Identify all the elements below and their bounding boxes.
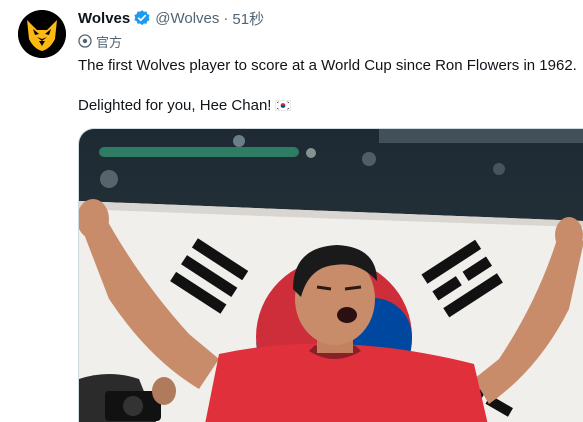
official-label: 官方 [96,34,123,50]
official-affiliation: 官方 [78,32,122,50]
tweet-text-line2-wrap: Delighted for you, Hee Chan! [78,96,578,116]
south-korea-flag-icon [275,100,292,111]
tweet-body: The first Wolves player to score at a Wo… [78,56,578,116]
player-celebration-photo [79,129,583,422]
author-display-name[interactable]: Wolves [78,10,130,27]
separator-dot: · [223,9,229,27]
tweet-text-line1: The first Wolves player to score at a Wo… [78,57,577,74]
tweet-timestamp[interactable]: 51秒 [232,8,264,29]
tweet-header: Wolves @Wolves · 51秒 [78,8,264,28]
author-handle[interactable]: @Wolves [155,10,219,27]
author-avatar[interactable] [18,10,66,58]
verified-badge-icon [133,9,151,27]
wolf-logo-icon [18,10,66,58]
tweet-photo[interactable] [78,128,583,422]
tweet-text-line2: Delighted for you, Hee Chan! [78,97,272,114]
official-badge-icon [78,34,92,48]
